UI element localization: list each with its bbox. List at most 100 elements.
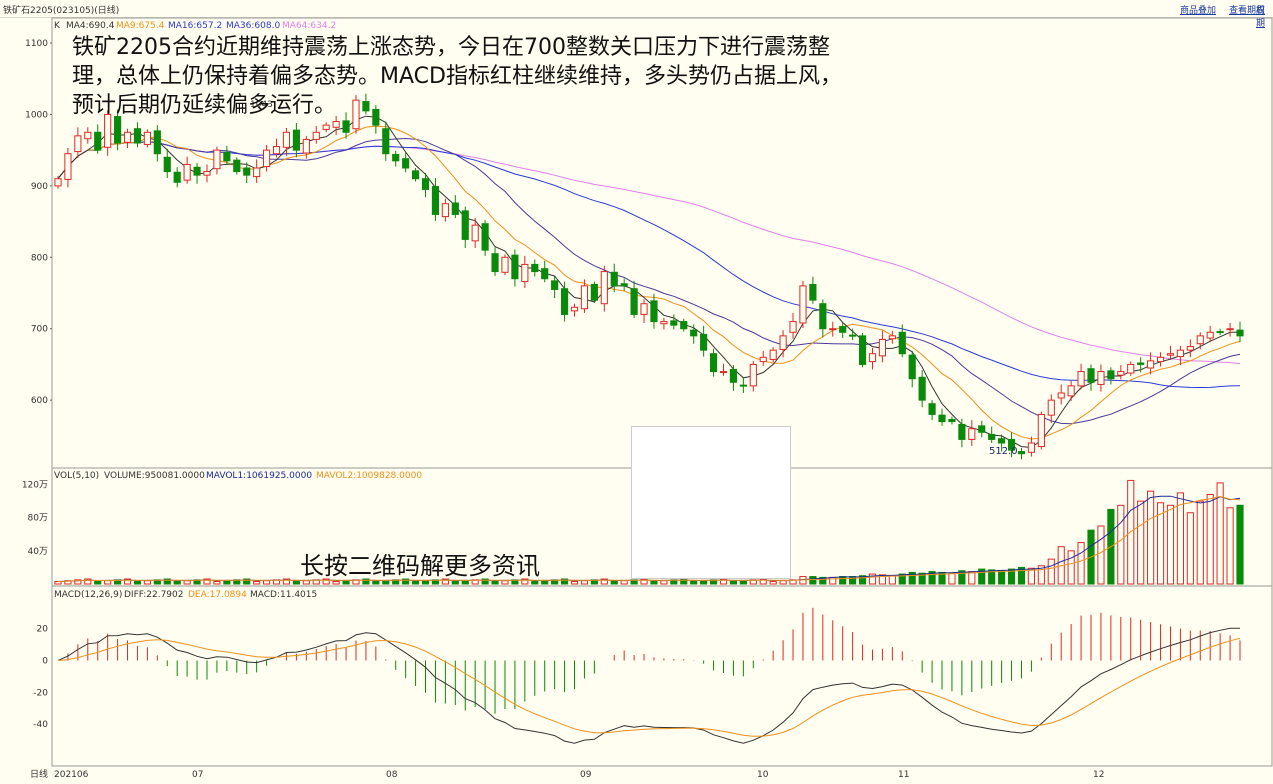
ma36-line xyxy=(57,141,1241,389)
candle xyxy=(988,426,996,443)
candle xyxy=(660,318,668,330)
candle-body xyxy=(263,149,271,168)
candle xyxy=(819,299,827,338)
legend-macd-value: MACD:11.4015 xyxy=(250,590,317,600)
candle xyxy=(163,148,171,178)
price-tick-label: 900 xyxy=(31,182,48,192)
candle xyxy=(491,247,499,276)
candle-body xyxy=(749,363,757,387)
candle xyxy=(620,278,628,291)
candle-body xyxy=(888,335,896,340)
candle xyxy=(1027,436,1035,457)
volume-bar xyxy=(292,581,300,585)
volume-bar xyxy=(1236,504,1244,585)
candle-body xyxy=(1137,362,1145,365)
candle-body xyxy=(133,128,142,144)
legend-macd-title: MACD(12,26,9) xyxy=(54,590,122,600)
volume-bar xyxy=(1067,550,1075,585)
volume-bar xyxy=(948,572,956,585)
macd-tick-label: -40 xyxy=(33,720,48,730)
candle xyxy=(511,249,519,287)
macd-tick-label: 0 xyxy=(42,657,48,667)
volume-bar xyxy=(1077,542,1085,585)
candle xyxy=(560,281,569,322)
candle xyxy=(650,293,658,329)
candle xyxy=(143,129,151,148)
candle xyxy=(54,175,62,189)
volume-bar xyxy=(1226,507,1234,585)
candle-body xyxy=(1077,371,1085,387)
candle-body xyxy=(928,403,936,415)
candle xyxy=(501,254,509,276)
candle xyxy=(709,348,718,377)
candle-body xyxy=(402,158,410,169)
candle-body xyxy=(392,153,400,162)
candle-body xyxy=(600,271,608,305)
candle xyxy=(1166,345,1175,359)
volume-bar xyxy=(700,580,708,585)
candle-body xyxy=(74,135,82,153)
candle xyxy=(888,330,896,344)
candle-body xyxy=(1176,349,1184,358)
candle xyxy=(64,148,72,188)
candle-body xyxy=(968,428,976,440)
candle xyxy=(94,124,102,154)
candle-body xyxy=(1127,363,1135,374)
candle xyxy=(451,195,459,218)
legend-diff: DIFF:22.7902 xyxy=(124,590,184,600)
month-label: 12 xyxy=(1093,770,1104,780)
candle-body xyxy=(153,130,161,155)
candle xyxy=(203,164,211,183)
candle xyxy=(868,348,877,370)
volume-bar xyxy=(809,576,817,585)
candle-body xyxy=(1216,331,1224,334)
candle xyxy=(809,276,817,304)
candle xyxy=(680,318,688,332)
candle-body xyxy=(64,153,72,180)
candle xyxy=(213,146,221,175)
price-tick-label: 800 xyxy=(31,253,48,263)
candle xyxy=(541,260,549,283)
candle xyxy=(322,122,330,133)
candle xyxy=(918,370,926,408)
legend-dea: DEA:17.0894 xyxy=(188,590,247,600)
time-axis: 日线 202106 07 08 09 10 11 12 xyxy=(30,768,1104,780)
candle xyxy=(1216,328,1224,336)
candle xyxy=(263,145,271,172)
candle-body xyxy=(630,288,638,315)
candle-body xyxy=(580,285,589,310)
candle xyxy=(1017,448,1026,460)
volume-bar xyxy=(372,581,380,585)
legend-mavol1: MAVOL1:1061925.0000 xyxy=(206,471,312,481)
candle-body xyxy=(84,131,92,140)
candle xyxy=(1127,361,1135,376)
candle-body xyxy=(620,283,628,287)
volume-bar xyxy=(342,580,350,585)
candle xyxy=(630,280,638,318)
volume-bar xyxy=(729,581,738,585)
candle-body xyxy=(481,223,489,251)
candle-body xyxy=(988,433,996,440)
candle xyxy=(570,303,579,317)
volume-bar xyxy=(491,581,499,585)
candle xyxy=(1107,367,1115,385)
candle xyxy=(610,263,618,293)
candle-body xyxy=(829,328,837,331)
candle-body xyxy=(938,414,946,423)
volume-bar xyxy=(461,580,469,585)
candle xyxy=(1196,332,1204,350)
candle xyxy=(928,400,936,421)
candle-body xyxy=(839,326,847,333)
volume-bar xyxy=(779,580,787,585)
candle xyxy=(441,198,449,222)
price-tick-label: 700 xyxy=(31,325,48,335)
candle-body xyxy=(1037,413,1045,448)
candle xyxy=(1236,321,1244,343)
candle-body xyxy=(700,333,708,351)
price-tick-label: 1100 xyxy=(25,39,48,49)
candle-body xyxy=(123,131,132,143)
candle xyxy=(670,314,678,330)
volume-bar xyxy=(451,581,459,585)
volume-bar xyxy=(531,581,539,585)
candle xyxy=(719,363,728,376)
